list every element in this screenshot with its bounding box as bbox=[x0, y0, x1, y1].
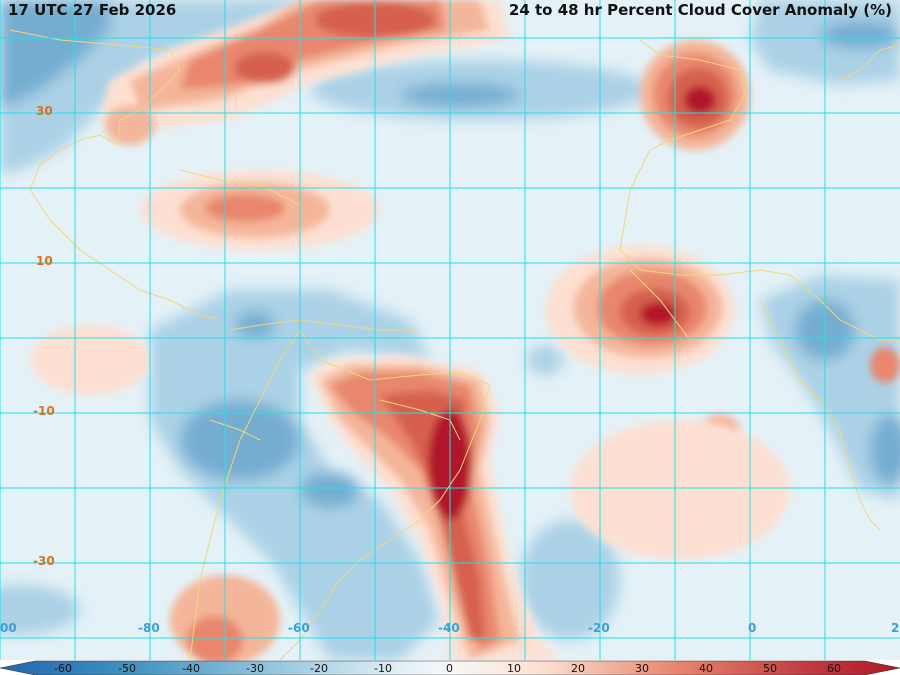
lon-label: -80 bbox=[138, 621, 160, 635]
colorbar-tick: 60 bbox=[827, 662, 841, 675]
product-title: 24 to 48 hr Percent Cloud Cover Anomaly … bbox=[508, 1, 892, 19]
colorbar-tick: 0 bbox=[446, 662, 453, 675]
lon-label: 0 bbox=[748, 621, 757, 635]
lat-label: 30 bbox=[36, 104, 53, 118]
lon-label: -60 bbox=[288, 621, 310, 635]
colorbar-tick: 20 bbox=[571, 662, 585, 675]
lat-label: -10 bbox=[33, 404, 55, 418]
lon-label: 2 bbox=[891, 621, 900, 635]
colorbar-tick: 10 bbox=[507, 662, 521, 675]
colorbar-tick: -20 bbox=[310, 662, 328, 675]
map-figure: 17 UTC 27 Feb 2026 24 to 48 hr Percent C… bbox=[0, 0, 900, 675]
colorbar-tick: 50 bbox=[763, 662, 777, 675]
lon-label: -20 bbox=[588, 621, 610, 635]
colorbar-tick: 40 bbox=[699, 662, 713, 675]
lon-label: -40 bbox=[438, 621, 460, 635]
colorbar-tick: -40 bbox=[182, 662, 200, 675]
lat-label: -30 bbox=[33, 554, 55, 568]
lon-label: 00 bbox=[0, 621, 17, 635]
anomaly-map bbox=[0, 0, 900, 675]
colorbar-tick: -60 bbox=[54, 662, 72, 675]
valid-time-label: 17 UTC 27 Feb 2026 bbox=[8, 1, 177, 19]
colorbar-tick: -50 bbox=[118, 662, 136, 675]
colorbar-tick: -30 bbox=[246, 662, 264, 675]
colorbar-tick: 30 bbox=[635, 662, 649, 675]
lat-label: 10 bbox=[36, 254, 53, 268]
colorbar-tick: -10 bbox=[374, 662, 392, 675]
